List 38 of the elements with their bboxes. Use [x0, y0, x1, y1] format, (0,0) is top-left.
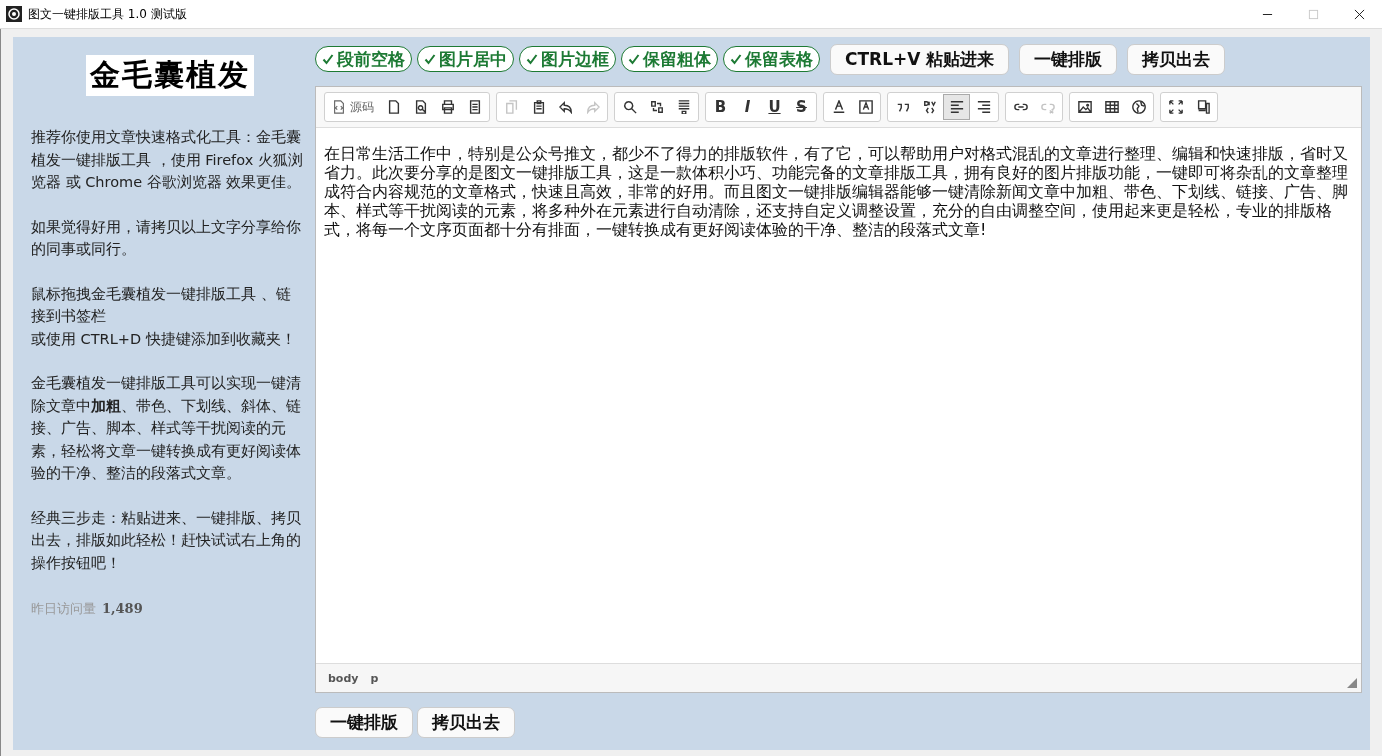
- app-icon: [6, 6, 22, 22]
- option-toggle[interactable]: 图片居中: [417, 46, 514, 72]
- check-icon: [730, 53, 742, 65]
- sidebar-text: 经典三步走：粘贴进来、一键排版、拷贝出去，排版如此轻松！赶快试试右上角的操作按钮吧！: [31, 508, 302, 573]
- action-button[interactable]: CTRL+V 粘贴进来: [830, 43, 1010, 75]
- check-icon: [526, 53, 538, 65]
- option-toggle[interactable]: 段前空格: [315, 46, 412, 72]
- element-path-item[interactable]: p: [370, 671, 379, 685]
- option-toggle[interactable]: 保留表格: [723, 46, 820, 72]
- action-button[interactable]: 一键排版: [315, 707, 413, 738]
- action-button[interactable]: 一键排版: [1019, 43, 1118, 75]
- sidebar-text: 鼠标拖拽金毛囊植发一键排版工具 、链接到书签栏: [31, 284, 292, 326]
- close-icon: [1353, 8, 1365, 20]
- italic-button[interactable]: I: [734, 94, 761, 120]
- action-button[interactable]: 拷贝出去: [417, 707, 515, 738]
- sidebar-text: 如果觉得好用，请拷贝以上文字分享给你的同事或同行。: [31, 217, 302, 259]
- resize-handle-icon[interactable]: [1347, 678, 1357, 688]
- check-icon: [424, 53, 436, 65]
- sidebar-text: 或使用 CTRL+D 快捷键添加到收藏夹！: [31, 329, 297, 349]
- bold-button[interactable]: B: [707, 94, 734, 120]
- option-toggle[interactable]: 保留粗体: [621, 46, 718, 72]
- action-button[interactable]: 拷贝出去: [1127, 43, 1226, 75]
- window-title: 图文一键排版工具 1.0 测试版: [28, 5, 187, 23]
- sidebar-text: 金毛囊植发一键排版工具可以实现一键清除文章中加粗、带色、下划线、斜体、链接、广告、脚本、样式等干扰阅读的元素，轻松将文章一键转换成有更好阅读体验的干净、整洁的段落式文章。: [31, 374, 302, 483]
- sidebar-text: 推荐你使用文章快速格式化工具：金毛囊植发一键排版工具 ，使用 Firefox 火狐浏览器 或 Chrome 谷歌浏览器 效果更佳。: [31, 128, 303, 192]
- check-icon: [628, 53, 640, 65]
- align-left-icon[interactable]: [943, 94, 970, 120]
- logo: 金毛囊植发: [86, 55, 254, 96]
- strike-button[interactable]: S: [788, 94, 815, 120]
- editor-text[interactable]: 在日常生活工作中，特别是公众号推文，都少不了得力的排版软件，有了它，可以帮助用户对格式混乱的文章进行整理、编辑和快速排版，省时又省力。此次要分享的是图文一键排版工具，这是一款体积小巧、功能完备的文章排版工具，拥有良好的图片排版功能，一键即可将杂乱的文章整理成符合内容规范的文章格式，快速且高效，非常的好用。而且图文一键排版编辑器能够一键清除新闻文章中加粗、带色、下划线、链接、广告、脚本、样式等干扰阅读的元素，将多种外在元素进行自动清除，还支持自定义调整设置，充分的自由调整空间，使用起来更是轻松，专业的排版格式，将每一个文序页面都十分有排面，一键转换成有更好阅读体验的干净、整洁的段落式文章!: [316, 128, 1361, 663]
- stats-value: 1,489: [102, 601, 143, 616]
- code-file-icon: [332, 100, 346, 114]
- check-icon: [322, 53, 334, 65]
- stats-label: 昨日访问量: [31, 600, 96, 618]
- maximize-icon: [1307, 8, 1319, 20]
- option-toggle[interactable]: 图片边框: [519, 46, 616, 72]
- underline-button[interactable]: U: [761, 94, 788, 120]
- element-path-item[interactable]: body: [328, 671, 359, 685]
